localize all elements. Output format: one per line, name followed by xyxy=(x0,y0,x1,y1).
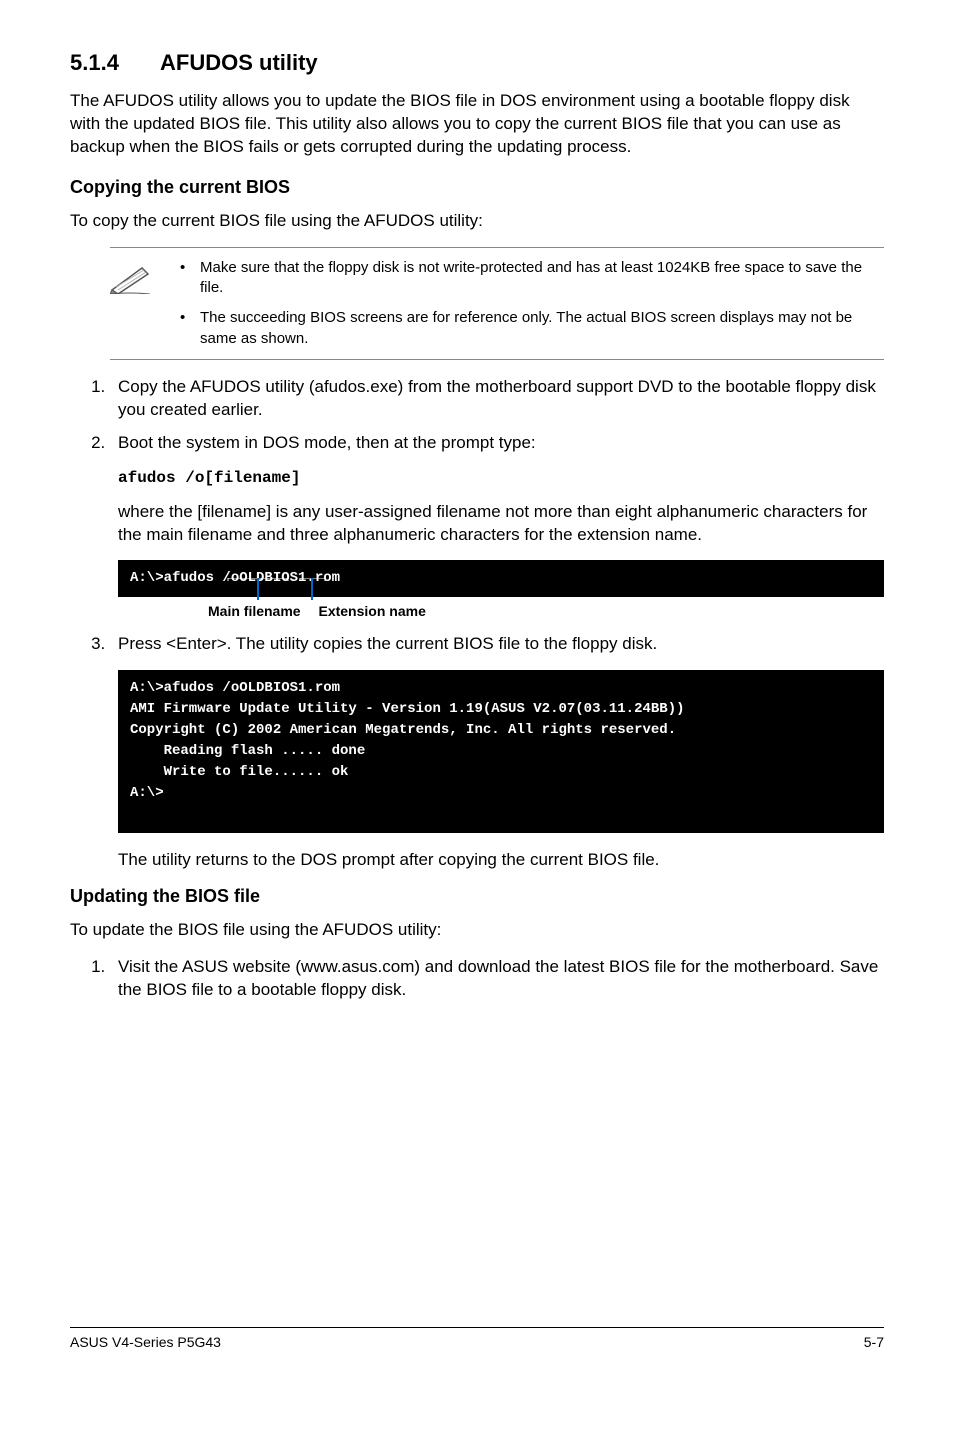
footer-right: 5-7 xyxy=(864,1334,884,1350)
footer-left: ASUS V4-Series P5G43 xyxy=(70,1334,221,1350)
step-item: Copy the AFUDOS utility (afudos.exe) fro… xyxy=(110,376,884,422)
page-footer: ASUS V4-Series P5G43 5-7 xyxy=(70,1327,884,1350)
annotation-main-filename: Main filename xyxy=(208,603,301,619)
terminal-output: A:\>afudos /oOLDBIOS1.rom xyxy=(118,560,884,597)
code-explanation: where the [filename] is any user-assigne… xyxy=(118,501,884,547)
update-heading: Updating the BIOS file xyxy=(70,886,884,907)
step-item: Press <Enter>. The utility copies the cu… xyxy=(110,633,884,656)
update-lead: To update the BIOS file using the AFUDOS… xyxy=(70,919,884,942)
note-box: Make sure that the floppy disk is not wr… xyxy=(110,247,884,360)
terminal-output: A:\>afudos /oOLDBIOS1.rom AMI Firmware U… xyxy=(118,670,884,833)
step-item: Boot the system in DOS mode, then at the… xyxy=(110,432,884,455)
pencil-icon xyxy=(110,258,170,299)
section-title: AFUDOS utility xyxy=(160,50,318,75)
copy-lead: To copy the current BIOS file using the … xyxy=(70,210,884,233)
copy-heading: Copying the current BIOS xyxy=(70,177,884,198)
note-item: Make sure that the floppy disk is not wr… xyxy=(190,258,884,299)
code-command: afudos /o[filename] xyxy=(118,469,884,487)
section-number: 5.1.4 xyxy=(70,50,160,76)
intro-paragraph: The AFUDOS utility allows you to update … xyxy=(70,90,884,159)
annotation-extension-name: Extension name xyxy=(318,603,425,619)
after-paragraph: The utility returns to the DOS prompt af… xyxy=(118,849,884,872)
step-item: Visit the ASUS website (www.asus.com) an… xyxy=(110,956,884,1002)
note-item: The succeeding BIOS screens are for refe… xyxy=(190,308,884,349)
section-heading: 5.1.4AFUDOS utility xyxy=(70,50,884,76)
